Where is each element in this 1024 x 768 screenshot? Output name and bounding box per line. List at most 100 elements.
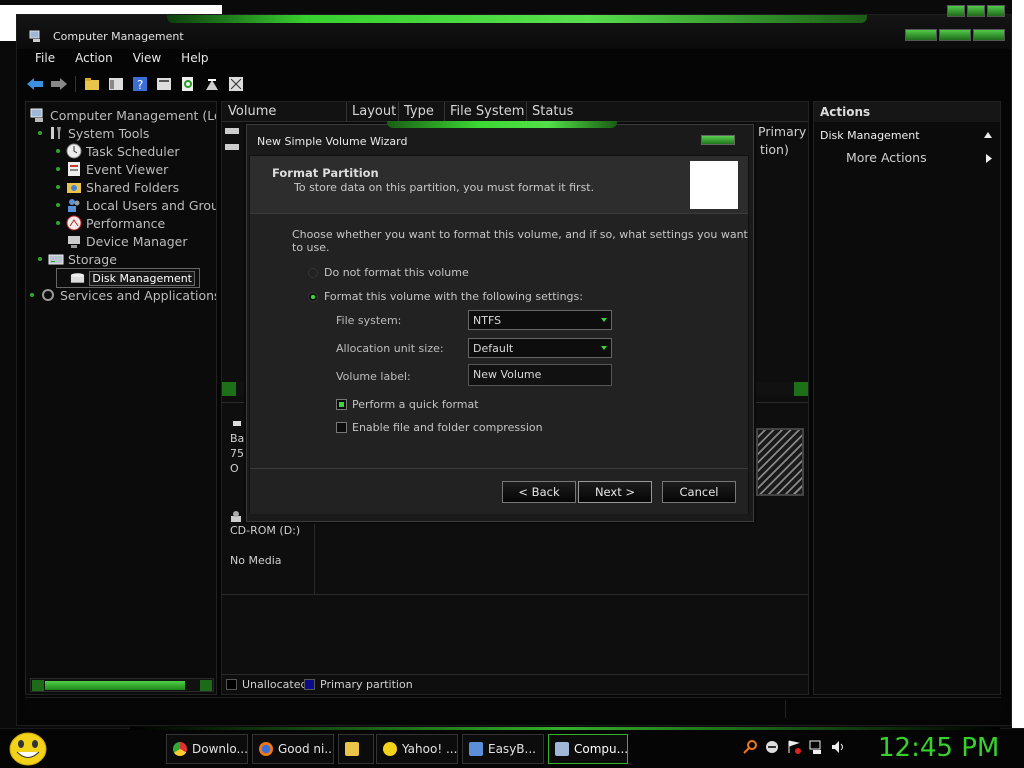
task-yahoo[interactable]: Yahoo! ... bbox=[376, 734, 458, 764]
tree-disk-management[interactable]: Disk Management bbox=[56, 268, 200, 288]
tree-expander[interactable] bbox=[56, 167, 60, 171]
radio-do-not-format-label: Do not format this volume bbox=[324, 266, 469, 279]
network-icon[interactable] bbox=[808, 739, 824, 755]
file-system-select[interactable]: NTFS bbox=[468, 310, 612, 330]
forward-arrow-icon[interactable] bbox=[49, 75, 69, 93]
task-explorer[interactable] bbox=[338, 734, 374, 764]
export-icon[interactable] bbox=[202, 75, 222, 93]
unallocated-region[interactable] bbox=[756, 428, 804, 496]
start-button-smiley-icon[interactable] bbox=[8, 731, 48, 767]
task-firefox[interactable]: Good ni... bbox=[252, 734, 334, 764]
close-button[interactable] bbox=[987, 5, 1005, 17]
close-bar[interactable] bbox=[973, 29, 1005, 41]
col-layout[interactable]: Layout bbox=[352, 104, 396, 119]
allocation-unit-label: Allocation unit size: bbox=[336, 342, 444, 355]
menu-view[interactable]: View bbox=[123, 51, 171, 65]
radio-do-not-format[interactable]: Do not format this volume bbox=[308, 266, 469, 279]
tree-expander[interactable] bbox=[56, 221, 60, 225]
dialog-title: New Simple Volume Wizard bbox=[257, 135, 408, 148]
tree-storage[interactable]: Storage bbox=[38, 250, 117, 268]
actions-disk-management[interactable]: Disk Management bbox=[814, 126, 1000, 146]
dialog-close-button[interactable] bbox=[701, 135, 735, 145]
radio-button-unselected[interactable] bbox=[308, 267, 318, 278]
radio-button-selected[interactable] bbox=[308, 291, 318, 302]
scroll-left-button[interactable] bbox=[32, 680, 44, 691]
tree-expander[interactable] bbox=[30, 293, 34, 297]
cancel-button[interactable]: Cancel bbox=[662, 481, 736, 503]
col-type[interactable]: Type bbox=[404, 104, 434, 119]
volume-label-input[interactable]: New Volume bbox=[468, 364, 612, 386]
scroll-right-button[interactable] bbox=[200, 680, 212, 691]
scroll-left-arrow[interactable] bbox=[222, 382, 236, 396]
messenger-status-icon[interactable] bbox=[764, 739, 780, 755]
tree-expander[interactable] bbox=[56, 203, 60, 207]
more-actions[interactable]: More Actions bbox=[846, 150, 927, 165]
search-icon[interactable] bbox=[742, 739, 758, 755]
col-volume[interactable]: Volume bbox=[228, 104, 276, 119]
horizontal-scrollbar[interactable] bbox=[30, 678, 214, 692]
checkbox-unchecked[interactable] bbox=[336, 422, 347, 433]
taskbar-clock[interactable]: 12:45 PM bbox=[878, 733, 999, 763]
task-computer-management[interactable]: Compu... bbox=[548, 734, 628, 764]
task-chrome[interactable]: Downlo... bbox=[166, 734, 248, 764]
restore-bar[interactable] bbox=[939, 29, 971, 41]
tree-event-viewer[interactable]: Event Viewer bbox=[56, 160, 168, 178]
next-button[interactable]: Next > bbox=[578, 481, 652, 503]
tree-services-applications[interactable]: Services and Applications bbox=[30, 286, 216, 304]
toolbar-separator bbox=[75, 76, 76, 92]
chevron-right-icon[interactable] bbox=[986, 154, 992, 163]
tree-device-manager[interactable]: Device Manager bbox=[56, 232, 188, 250]
maximize-button[interactable] bbox=[967, 5, 985, 17]
tree-task-scheduler[interactable]: Task Scheduler bbox=[56, 142, 180, 160]
task-easybcd[interactable]: EasyB... bbox=[462, 734, 544, 764]
show-hide-icon[interactable] bbox=[226, 75, 246, 93]
tree-expander[interactable] bbox=[56, 185, 60, 189]
minimize-bar[interactable] bbox=[905, 29, 937, 41]
browser-scrollbar[interactable] bbox=[1012, 0, 1024, 728]
new-simple-volume-wizard: New Simple Volume Wizard Format Partitio… bbox=[246, 121, 754, 522]
back-arrow-icon[interactable] bbox=[25, 75, 45, 93]
up-folder-icon[interactable] bbox=[82, 75, 102, 93]
console-tree-icon[interactable] bbox=[106, 75, 126, 93]
device-manager-icon bbox=[68, 236, 80, 248]
disk0-icon bbox=[233, 421, 241, 426]
radio-format[interactable]: Format this volume with the following se… bbox=[308, 290, 583, 303]
folder-icon bbox=[345, 742, 359, 756]
tree-expander[interactable] bbox=[38, 257, 42, 261]
scroll-right-arrow[interactable] bbox=[794, 382, 808, 396]
actions-section-label: Disk Management bbox=[820, 129, 920, 142]
cdrom-label: CD-ROM (D:) bbox=[230, 524, 301, 537]
refresh-icon[interactable] bbox=[178, 75, 198, 93]
allocation-unit-select[interactable]: Default bbox=[468, 338, 612, 358]
quick-format-checkbox[interactable]: Perform a quick format bbox=[336, 398, 479, 411]
menu-action[interactable]: Action bbox=[65, 51, 123, 65]
chrome-icon bbox=[173, 742, 187, 756]
title-bar[interactable]: Computer Management bbox=[17, 5, 1011, 49]
menu-file[interactable]: File bbox=[25, 51, 65, 65]
status-bar bbox=[25, 697, 1001, 719]
properties-icon[interactable] bbox=[154, 75, 174, 93]
event-viewer-icon bbox=[68, 162, 80, 176]
tree-expander[interactable] bbox=[56, 149, 60, 153]
minimize-button[interactable] bbox=[947, 5, 965, 17]
action-center-icon[interactable] bbox=[786, 739, 802, 755]
tree-computer-management[interactable]: Computer Management (Loc bbox=[30, 106, 216, 124]
col-status[interactable]: Status bbox=[532, 104, 573, 119]
volume-icon[interactable] bbox=[830, 739, 846, 755]
computer-icon bbox=[30, 108, 43, 122]
compression-checkbox[interactable]: Enable file and folder compression bbox=[336, 421, 543, 434]
col-file-system[interactable]: File System bbox=[450, 104, 524, 119]
console-tree: Computer Management (Loc System Tools Ta… bbox=[25, 101, 217, 695]
checkbox-checked[interactable] bbox=[336, 399, 347, 410]
help-icon[interactable]: ? bbox=[130, 75, 150, 93]
back-button[interactable]: < Back bbox=[502, 481, 576, 503]
tree-shared-folders[interactable]: Shared Folders bbox=[56, 178, 179, 196]
cdrom-no-media: No Media bbox=[230, 554, 282, 567]
collapse-up-icon[interactable] bbox=[984, 132, 992, 138]
tree-system-tools[interactable]: System Tools bbox=[38, 124, 149, 142]
menu-help[interactable]: Help bbox=[171, 51, 218, 65]
tree-performance[interactable]: Performance bbox=[56, 214, 165, 232]
tree-expander[interactable] bbox=[38, 131, 42, 135]
scroll-thumb[interactable] bbox=[45, 681, 185, 690]
tree-local-users[interactable]: Local Users and Grou bbox=[56, 196, 216, 214]
